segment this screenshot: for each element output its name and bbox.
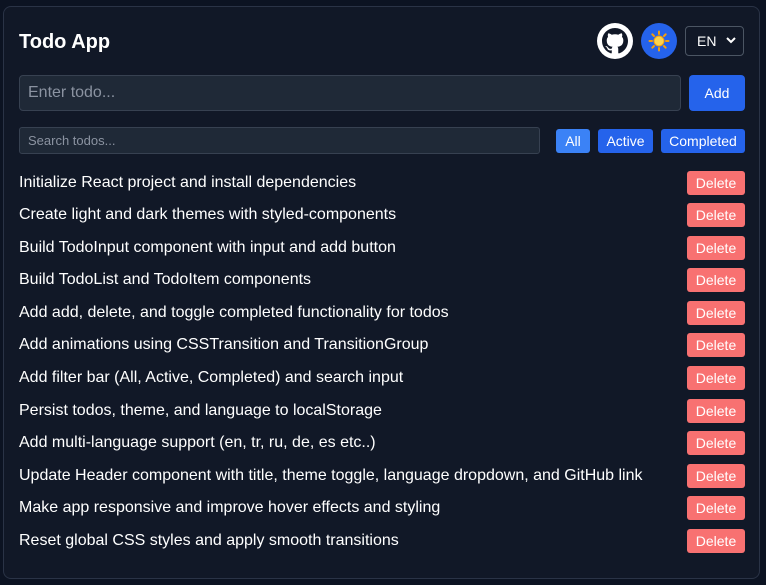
todo-text[interactable]: Add multi-language support (en, tr, ru, … xyxy=(19,434,376,452)
filter-completed-button[interactable]: Completed xyxy=(661,129,745,153)
todo-item: Build TodoList and TodoItem components D… xyxy=(19,268,745,292)
todo-item: Add filter bar (All, Active, Completed) … xyxy=(19,366,745,390)
app-title: Todo App xyxy=(19,31,111,53)
todo-text[interactable]: Add filter bar (All, Active, Completed) … xyxy=(19,369,403,387)
delete-button[interactable]: Delete xyxy=(687,464,745,488)
delete-button[interactable]: Delete xyxy=(687,268,745,292)
github-icon xyxy=(602,28,628,54)
delete-button[interactable]: Delete xyxy=(687,399,745,423)
todo-item: Add multi-language support (en, tr, ru, … xyxy=(19,431,745,455)
todo-input[interactable] xyxy=(19,75,681,111)
todo-item: Create light and dark themes with styled… xyxy=(19,203,745,227)
language-select[interactable]: EN xyxy=(685,26,744,56)
todo-item: Add add, delete, and toggle completed fu… xyxy=(19,301,745,325)
todo-item: Persist todos, theme, and language to lo… xyxy=(19,399,745,423)
delete-button[interactable]: Delete xyxy=(687,203,745,227)
todo-text[interactable]: Create light and dark themes with styled… xyxy=(19,206,396,224)
todo-text[interactable]: Add animations using CSSTransition and T… xyxy=(19,336,428,354)
delete-button[interactable]: Delete xyxy=(687,431,745,455)
delete-button[interactable]: Delete xyxy=(687,301,745,325)
chevron-down-icon xyxy=(726,37,736,44)
todo-item: Reset global CSS styles and apply smooth… xyxy=(19,529,745,553)
delete-button[interactable]: Delete xyxy=(687,529,745,553)
delete-button[interactable]: Delete xyxy=(687,366,745,390)
delete-button[interactable]: Delete xyxy=(687,236,745,260)
github-link[interactable] xyxy=(597,23,633,59)
todo-item: Make app responsive and improve hover ef… xyxy=(19,496,745,520)
filter-all-button[interactable]: All xyxy=(556,129,590,153)
todo-item: Update Header component with title, them… xyxy=(19,464,745,488)
theme-toggle-button[interactable] xyxy=(641,23,677,59)
todo-text[interactable]: Initialize React project and install dep… xyxy=(19,174,356,192)
todo-text[interactable]: Make app responsive and improve hover ef… xyxy=(19,499,440,517)
filter-active-button[interactable]: Active xyxy=(598,129,653,153)
todo-item: Initialize React project and install dep… xyxy=(19,171,745,195)
delete-button[interactable]: Delete xyxy=(687,333,745,357)
search-input[interactable] xyxy=(19,127,540,154)
todo-text[interactable]: Build TodoInput component with input and… xyxy=(19,239,396,257)
sun-icon xyxy=(648,30,670,52)
todo-text[interactable]: Update Header component with title, them… xyxy=(19,467,643,485)
language-value: EN xyxy=(697,33,717,49)
add-button[interactable]: Add xyxy=(689,75,745,111)
header: Todo App EN xyxy=(19,23,745,61)
delete-button[interactable]: Delete xyxy=(687,171,745,195)
todo-text[interactable]: Reset global CSS styles and apply smooth… xyxy=(19,532,399,550)
todo-text[interactable]: Build TodoList and TodoItem components xyxy=(19,271,311,289)
todo-item: Add animations using CSSTransition and T… xyxy=(19,333,745,357)
delete-button[interactable]: Delete xyxy=(687,496,745,520)
todo-item: Build TodoInput component with input and… xyxy=(19,236,745,260)
todo-text[interactable]: Add add, delete, and toggle completed fu… xyxy=(19,304,449,322)
todo-text[interactable]: Persist todos, theme, and language to lo… xyxy=(19,402,382,420)
todo-app-card: Todo App EN Enter todo... Add Search tod… xyxy=(3,6,760,579)
